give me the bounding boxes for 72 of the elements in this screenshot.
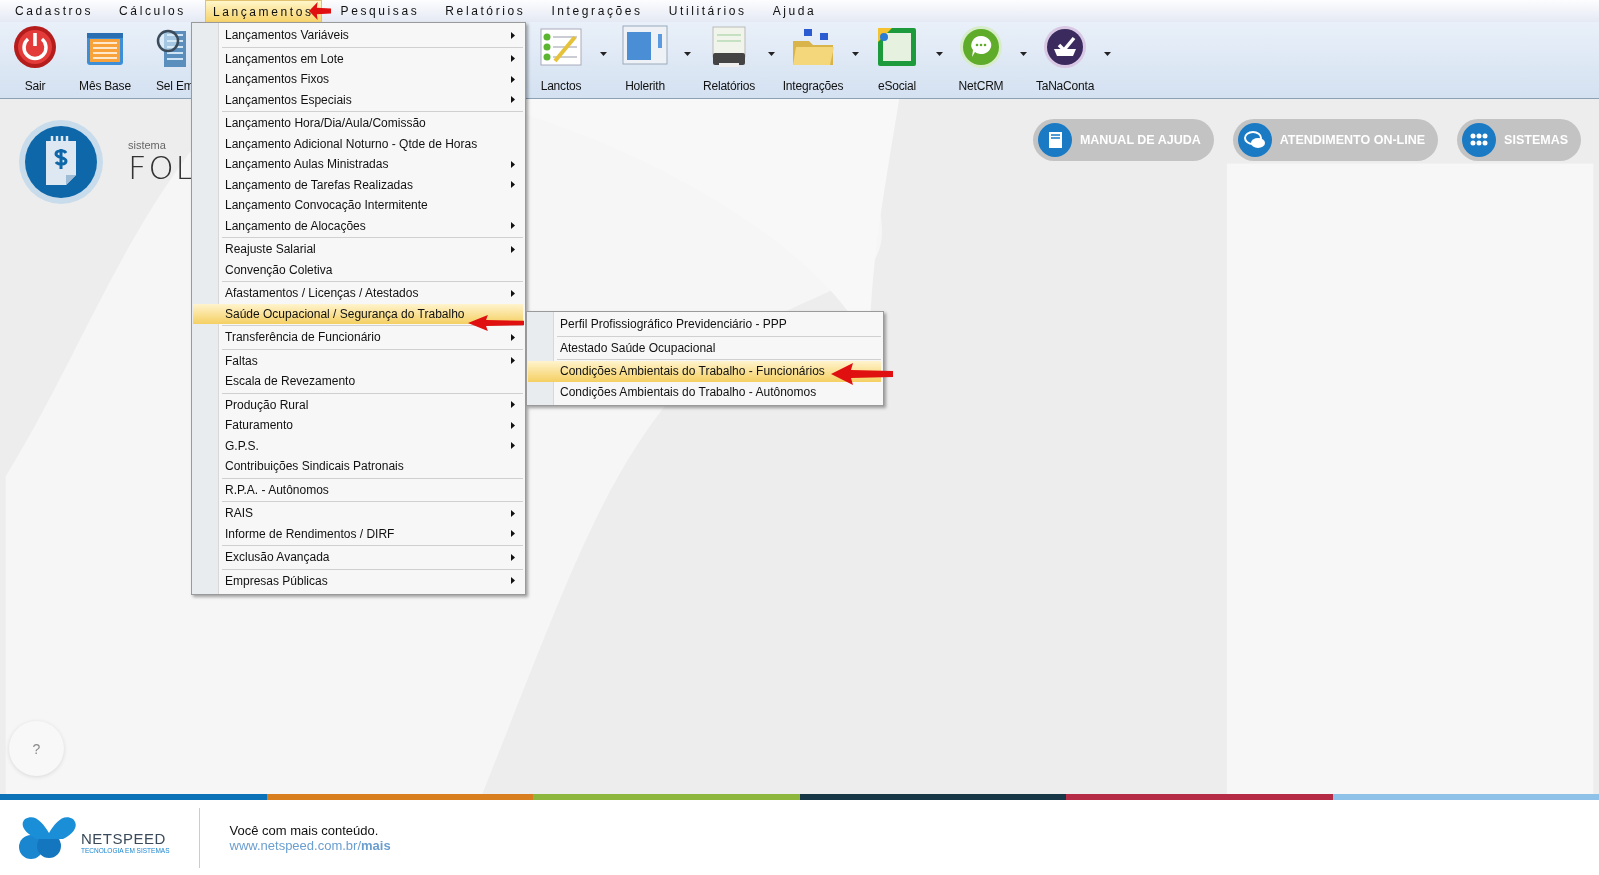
window-icon — [622, 25, 668, 65]
menu-item[interactable]: Faturamento — [222, 415, 523, 436]
menu-bar-item[interactable]: Cálculos — [112, 0, 193, 22]
menu-item[interactable]: Informe de Rendimentos / DIRF — [222, 523, 523, 544]
menu-item[interactable]: G.P.S. — [222, 435, 523, 456]
menu-item[interactable]: Empresas Públicas — [222, 570, 523, 591]
caret-icon[interactable] — [1020, 52, 1027, 56]
menu-item[interactable]: Lançamento Hora/Dia/Aula/Comissão — [222, 113, 523, 134]
menu-item[interactable]: Lançamentos em Lote — [222, 48, 523, 69]
toolbar-button[interactable]: Relatórios — [694, 25, 764, 93]
menu-bar-item[interactable]: Relatórios — [438, 0, 533, 22]
power-icon — [13, 25, 57, 69]
apps-grid-icon — [1462, 123, 1497, 157]
caret-icon[interactable] — [852, 52, 859, 56]
caret-icon[interactable] — [600, 52, 607, 56]
chat-icon — [1237, 123, 1272, 157]
menu-item[interactable]: Exclusão Avançada — [222, 547, 523, 568]
toolbar-button[interactable]: Sair — [0, 25, 70, 93]
checklist-icon — [539, 25, 583, 69]
chat-bubble-icon — [959, 25, 1003, 69]
menu-item[interactable]: Lançamento Convocação Intermitente — [222, 195, 523, 216]
menu-item[interactable]: Condições Ambientais do Trabalho - Autônomos — [557, 381, 881, 402]
menu-item[interactable]: Condições Ambientais do Trabalho - Funcionários — [528, 361, 881, 382]
menu-item[interactable]: Contribuições Sindicais Patronais — [222, 456, 523, 477]
toolbar-button[interactable]: TaNaConta — [1030, 25, 1100, 93]
menu-item[interactable]: RAIS — [222, 503, 523, 524]
menu-item[interactable]: Lançamentos Variáveis — [222, 25, 523, 46]
menu-item[interactable]: Produção Rural — [222, 394, 523, 415]
menu-item[interactable]: Lançamento Adicional Noturno - Qtde de Horas — [222, 133, 523, 154]
caret-icon[interactable] — [936, 52, 943, 56]
footer-message: Você com mais conteúdo. — [229, 822, 380, 838]
menu-item[interactable]: Lançamento de Alocações — [222, 215, 523, 236]
toolbar-button[interactable]: Mês Base — [70, 25, 140, 93]
company-name: NETSPEED — [81, 829, 167, 847]
menu-item[interactable]: Saúde Ocupacional / Segurança do Trabalho — [193, 303, 523, 324]
menu-item[interactable]: Perfil Profissiográfico Previdenciário - PPP — [557, 314, 881, 335]
menu-item[interactable]: Lançamento Aulas Ministradas — [222, 154, 523, 175]
menu-bar-item[interactable]: Integrações — [544, 0, 650, 22]
netspeed-logo-icon — [19, 814, 79, 861]
check-tray-icon — [1043, 25, 1087, 69]
caret-icon[interactable] — [1104, 52, 1111, 56]
document-icon — [875, 25, 919, 69]
toolbar-button[interactable]: Holerith — [610, 25, 680, 93]
pointer-arrow — [468, 315, 524, 331]
menu-item[interactable]: Lançamentos Fixos — [222, 69, 523, 90]
caret-icon[interactable] — [768, 52, 775, 56]
menu-item[interactable]: Lançamentos Especiais — [222, 89, 523, 110]
menu-item[interactable]: Convenção Coletiva — [222, 259, 523, 280]
menu-bar-item[interactable]: Ajuda — [765, 0, 824, 22]
menu-item[interactable]: Transferência de Funcionário — [222, 327, 523, 348]
menu-item[interactable]: R.P.A. - Autônomos — [222, 479, 523, 500]
menu-bar-item[interactable]: Cadastros — [8, 0, 101, 22]
pointer-arrow — [831, 363, 893, 385]
brand-caption: sistema — [128, 139, 167, 151]
menu-item[interactable]: Reajuste Salarial — [222, 239, 523, 260]
menu-item[interactable]: Escala de Revezamento — [222, 371, 523, 392]
toolbar-button[interactable]: Lanctos — [526, 25, 596, 93]
menu-item[interactable]: Faltas — [222, 350, 523, 371]
pointer-arrow — [309, 2, 331, 20]
menu-item[interactable]: Atestado Saúde Ocupacional — [557, 337, 881, 358]
brand-name: FOL — [128, 151, 196, 185]
menu-item[interactable]: Afastamentos / Licenças / Atestados — [222, 283, 523, 304]
menu-bar-item[interactable]: Pesquisas — [333, 0, 427, 22]
toolbar-button[interactable]: eSocial — [862, 25, 932, 93]
toolbar-button[interactable]: NetCRM — [946, 25, 1016, 93]
caret-icon[interactable] — [684, 52, 691, 56]
payroll-logo-icon — [18, 119, 104, 205]
menu-bar-item[interactable]: Lançamentos — [204, 0, 322, 22]
book-icon — [1037, 123, 1072, 157]
menu-item[interactable]: Lançamento de Tarefas Realizadas — [222, 174, 523, 195]
menu-bar-item[interactable]: Utilitários — [661, 0, 754, 22]
toolbar-button[interactable]: Integrações — [778, 25, 848, 93]
